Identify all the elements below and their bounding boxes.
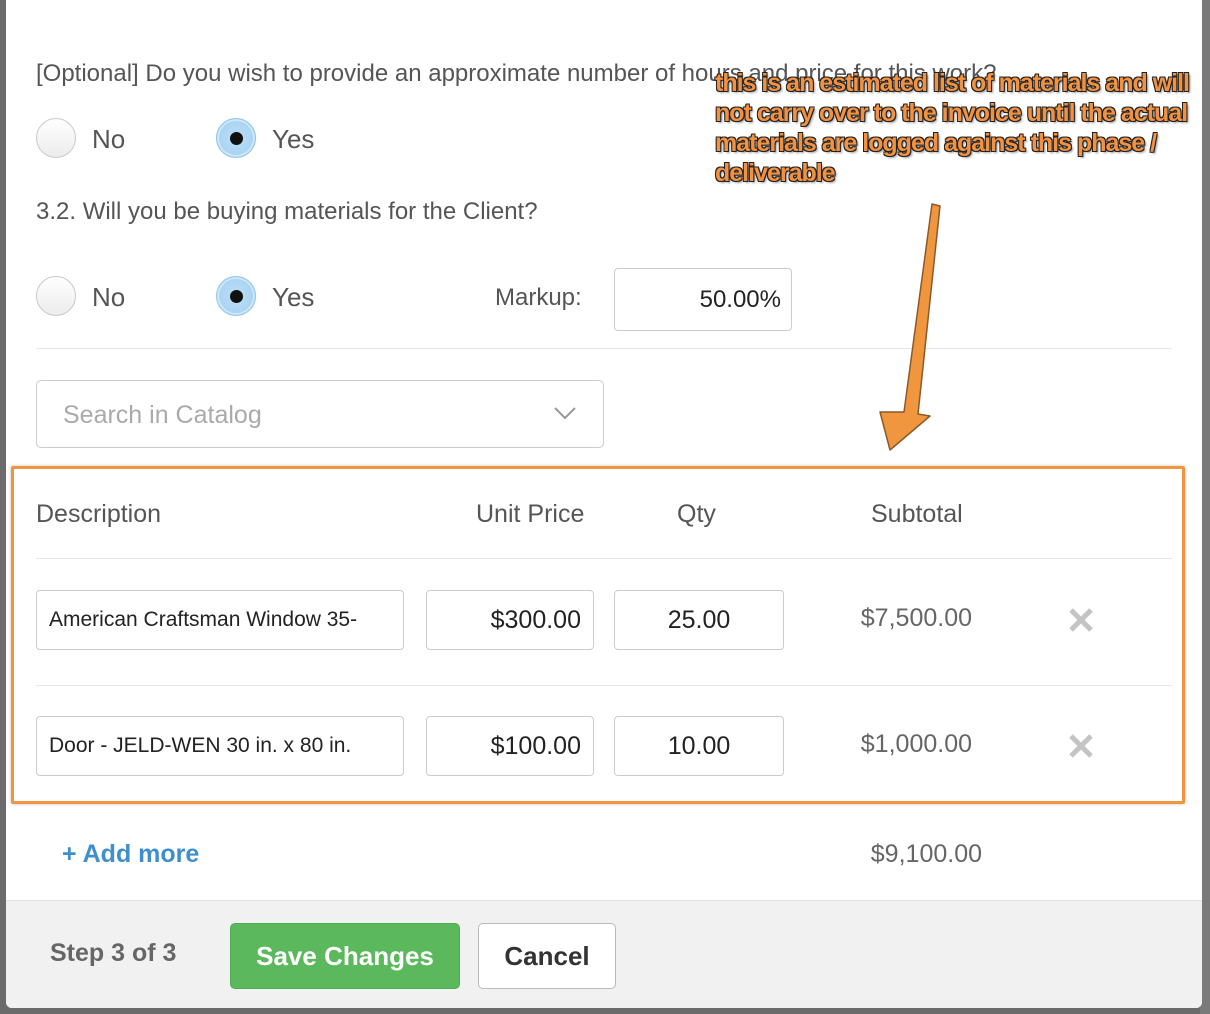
materials-no-label[interactable]: No <box>92 282 125 313</box>
search-placeholder: Search in Catalog <box>63 401 262 429</box>
cancel-button[interactable]: Cancel <box>478 923 616 989</box>
materials-question: 3.2. Will you be buying materials for th… <box>36 198 538 225</box>
step-indicator: Step 3 of 3 <box>50 939 177 967</box>
catalog-search-select[interactable]: Search in Catalog <box>36 380 604 448</box>
modal-footer: Step 3 of 3 Save Changes Cancel <box>6 900 1202 1008</box>
materials-yes-label[interactable]: Yes <box>272 282 314 313</box>
markup-label: Markup: <box>495 284 582 311</box>
hours-yes-label[interactable]: Yes <box>272 124 314 155</box>
radio-selected-dot <box>230 290 243 303</box>
annotation-highlight-box <box>11 466 1185 804</box>
radio-selected-dot <box>230 132 243 145</box>
annotation-arrow-icon <box>879 203 941 451</box>
chevron-down-icon[interactable] <box>553 401 577 425</box>
save-changes-button[interactable]: Save Changes <box>230 923 460 989</box>
section-divider <box>36 348 1172 349</box>
hours-no-label[interactable]: No <box>92 124 125 155</box>
materials-no-radio[interactable] <box>36 276 76 316</box>
hours-no-radio[interactable] <box>36 118 76 158</box>
hours-yes-radio[interactable] <box>216 118 256 158</box>
materials-yes-radio[interactable] <box>216 276 256 316</box>
materials-total: $9,100.00 <box>870 840 982 868</box>
annotation-note: this is an estimated list of materials a… <box>715 69 1190 187</box>
markup-input[interactable] <box>614 268 792 331</box>
add-more-link[interactable]: + Add more <box>62 840 199 869</box>
